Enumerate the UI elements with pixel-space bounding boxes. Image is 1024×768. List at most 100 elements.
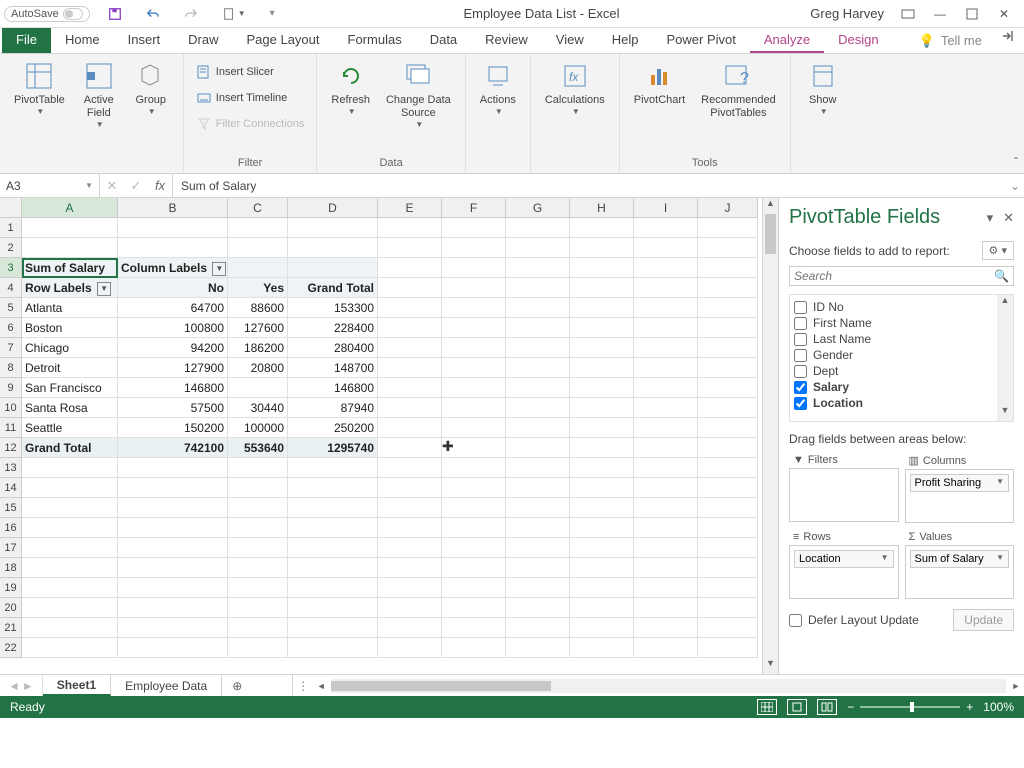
- cell[interactable]: [698, 258, 758, 278]
- insert-function-button[interactable]: fx: [148, 178, 172, 193]
- cell[interactable]: [634, 258, 698, 278]
- row-header-8[interactable]: 8: [0, 358, 22, 378]
- zoom-in-button[interactable]: +: [966, 700, 973, 714]
- cell[interactable]: [506, 498, 570, 518]
- cell[interactable]: [378, 278, 442, 298]
- cell[interactable]: [506, 298, 570, 318]
- cell[interactable]: [288, 258, 378, 278]
- refresh-button[interactable]: Refresh ▼: [325, 58, 376, 118]
- scroll-track[interactable]: [763, 214, 778, 658]
- cell[interactable]: [506, 278, 570, 298]
- normal-view-button[interactable]: [757, 699, 777, 715]
- cell[interactable]: [442, 218, 506, 238]
- cell[interactable]: [228, 638, 288, 658]
- cell[interactable]: [442, 498, 506, 518]
- columns-area[interactable]: ▥Columns Profit Sharing▼: [905, 452, 1015, 523]
- cell[interactable]: Boston: [22, 318, 118, 338]
- close-button[interactable]: ✕: [988, 2, 1020, 26]
- share-button[interactable]: [992, 28, 1024, 53]
- cell[interactable]: [570, 438, 634, 458]
- horizontal-scrollbar[interactable]: ⋮ ◄ ►: [292, 675, 1024, 696]
- vertical-scrollbar[interactable]: ▲ ▼: [762, 198, 778, 674]
- cell[interactable]: [634, 478, 698, 498]
- cell[interactable]: [506, 638, 570, 658]
- cell[interactable]: [288, 238, 378, 258]
- cell[interactable]: [442, 618, 506, 638]
- cell[interactable]: [506, 578, 570, 598]
- field-item-gender[interactable]: Gender: [792, 347, 1011, 363]
- autosave-toggle[interactable]: AutoSave: [4, 6, 90, 22]
- cell[interactable]: [506, 478, 570, 498]
- cell[interactable]: [118, 558, 228, 578]
- tab-file[interactable]: File: [2, 28, 51, 53]
- cell[interactable]: [442, 298, 506, 318]
- cell[interactable]: [570, 638, 634, 658]
- zoom-level[interactable]: 100%: [983, 700, 1014, 714]
- cell[interactable]: [698, 338, 758, 358]
- cell[interactable]: [634, 378, 698, 398]
- cell[interactable]: [118, 458, 228, 478]
- cell[interactable]: [634, 618, 698, 638]
- cell[interactable]: [506, 418, 570, 438]
- cell[interactable]: [378, 318, 442, 338]
- save-button[interactable]: [102, 5, 128, 23]
- scroll-up-button[interactable]: ▲: [763, 198, 778, 214]
- area-item-profit-sharing[interactable]: Profit Sharing▼: [910, 474, 1010, 492]
- col-header-A[interactable]: A: [22, 198, 118, 218]
- cell[interactable]: [22, 538, 118, 558]
- field-checkbox[interactable]: [794, 397, 807, 410]
- cell[interactable]: [698, 458, 758, 478]
- cell[interactable]: [442, 458, 506, 478]
- cell[interactable]: [698, 478, 758, 498]
- cell[interactable]: [228, 538, 288, 558]
- cell[interactable]: [22, 458, 118, 478]
- defer-checkbox[interactable]: [789, 614, 802, 627]
- cell[interactable]: [506, 538, 570, 558]
- cell[interactable]: [378, 638, 442, 658]
- cell[interactable]: [634, 518, 698, 538]
- cell[interactable]: [378, 598, 442, 618]
- cell[interactable]: [288, 638, 378, 658]
- cell[interactable]: [506, 458, 570, 478]
- cell[interactable]: [22, 218, 118, 238]
- cell[interactable]: Column Labels ▼: [118, 258, 228, 278]
- cell[interactable]: 127900: [118, 358, 228, 378]
- col-header-B[interactable]: B: [118, 198, 228, 218]
- actions-button[interactable]: Actions ▼: [474, 58, 522, 118]
- cell[interactable]: [442, 578, 506, 598]
- col-header-J[interactable]: J: [698, 198, 758, 218]
- cell[interactable]: [570, 418, 634, 438]
- row-header-19[interactable]: 19: [0, 578, 22, 598]
- cell[interactable]: [506, 438, 570, 458]
- cell[interactable]: 228400: [288, 318, 378, 338]
- cell[interactable]: [228, 458, 288, 478]
- cell[interactable]: [118, 598, 228, 618]
- cell[interactable]: Yes: [228, 278, 288, 298]
- cell[interactable]: [378, 618, 442, 638]
- cell[interactable]: [506, 598, 570, 618]
- cell[interactable]: [228, 618, 288, 638]
- col-header-E[interactable]: E: [378, 198, 442, 218]
- tab-insert[interactable]: Insert: [114, 28, 175, 53]
- cell[interactable]: [442, 258, 506, 278]
- tab-page-layout[interactable]: Page Layout: [233, 28, 334, 53]
- sheet-tab-employee-data[interactable]: Employee Data: [111, 675, 222, 696]
- zoom-out-button[interactable]: −: [847, 700, 854, 714]
- prev-sheet-icon[interactable]: ◄: [8, 679, 20, 693]
- cell[interactable]: Santa Rosa: [22, 398, 118, 418]
- col-header-I[interactable]: I: [634, 198, 698, 218]
- cell[interactable]: [288, 618, 378, 638]
- cell[interactable]: [378, 518, 442, 538]
- field-checkbox[interactable]: [794, 317, 807, 330]
- row-header-5[interactable]: 5: [0, 298, 22, 318]
- cell[interactable]: [570, 338, 634, 358]
- cell[interactable]: [698, 558, 758, 578]
- scroll-track[interactable]: [331, 679, 1006, 693]
- row-header-6[interactable]: 6: [0, 318, 22, 338]
- name-box[interactable]: A3▼: [0, 174, 100, 197]
- cell[interactable]: [570, 458, 634, 478]
- qat-customize[interactable]: ▾: [264, 6, 281, 21]
- cell[interactable]: [698, 378, 758, 398]
- sheet-tab-sheet1[interactable]: Sheet1: [43, 675, 111, 696]
- cell[interactable]: [634, 638, 698, 658]
